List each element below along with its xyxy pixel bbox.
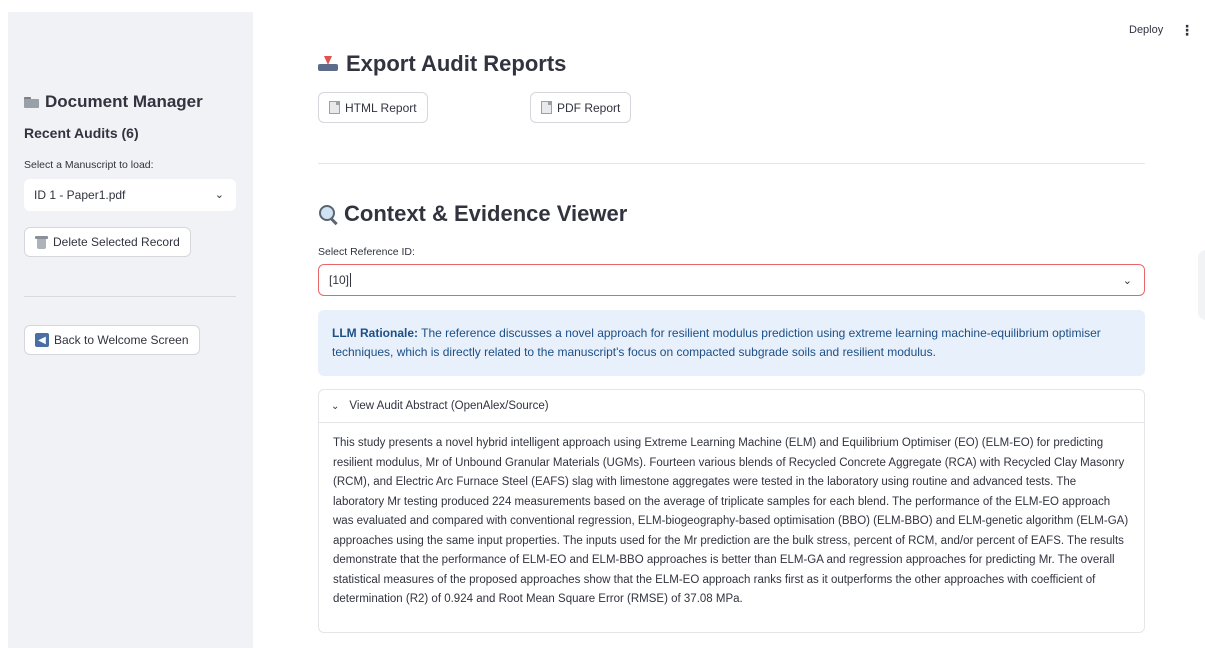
back-arrow-icon: ◀ xyxy=(35,333,49,347)
delete-record-label: Delete Selected Record xyxy=(53,235,180,249)
expander-label: View Audit Abstract (OpenAlex/Source) xyxy=(349,400,549,412)
delete-record-button[interactable]: Delete Selected Record xyxy=(24,227,191,257)
html-report-label: HTML Report xyxy=(345,100,417,115)
chevron-down-icon: ⌄ xyxy=(214,189,224,201)
export-title-text: Export Audit Reports xyxy=(346,51,567,76)
reference-select-label: Select Reference ID: xyxy=(318,246,415,258)
viewer-section-title: Context & Evidence Viewer xyxy=(318,201,627,227)
manuscript-select-label: Select a Manuscript to load: xyxy=(24,159,154,171)
export-tray-icon xyxy=(318,56,338,72)
pdf-report-label: PDF Report xyxy=(557,100,621,115)
manuscript-select-value: ID 1 - Paper1.pdf xyxy=(34,188,126,202)
rationale-label: LLM Rationale: xyxy=(332,326,418,340)
chevron-down-icon: ⌄ xyxy=(331,400,340,412)
side-panel-edge xyxy=(1198,250,1205,320)
sidebar-title: Document Manager xyxy=(24,92,203,112)
manuscript-select[interactable]: ID 1 - Paper1.pdf ⌄ xyxy=(24,179,236,211)
recent-audits-heading: Recent Audits (6) xyxy=(24,125,139,141)
abstract-text: This study presents a novel hybrid intel… xyxy=(333,437,1129,605)
main-menu-icon[interactable]: ⋮ xyxy=(1180,22,1194,39)
rationale-text: The reference discusses a novel approach… xyxy=(332,326,1101,359)
reference-select-value: [10] xyxy=(329,273,350,287)
viewer-title-text: Context & Evidence Viewer xyxy=(344,201,628,226)
reference-select[interactable]: [10] ⌄ xyxy=(318,264,1145,296)
sidebar-divider xyxy=(24,296,236,297)
text-caret xyxy=(350,273,352,287)
sidebar: Document Manager Recent Audits (6) Selec… xyxy=(8,12,253,648)
deploy-button[interactable]: Deploy xyxy=(1129,24,1163,36)
pdf-report-button[interactable]: PDF Report xyxy=(530,92,632,123)
folder-icon xyxy=(24,96,39,108)
export-section-title: Export Audit Reports xyxy=(318,51,566,77)
rationale-info-box: LLM Rationale: The reference discusses a… xyxy=(318,310,1145,376)
section-divider xyxy=(318,163,1145,164)
document-icon xyxy=(541,101,552,114)
back-to-welcome-button[interactable]: ◀ Back to Welcome Screen xyxy=(24,325,200,355)
audit-abstract-expander: ⌄ View Audit Abstract (OpenAlex/Source) … xyxy=(318,389,1145,633)
sidebar-title-text: Document Manager xyxy=(45,92,203,111)
html-report-button[interactable]: HTML Report xyxy=(318,92,428,123)
document-icon xyxy=(329,101,340,114)
chevron-down-icon: ⌄ xyxy=(1122,275,1132,287)
trash-icon xyxy=(35,235,48,249)
magnifier-icon xyxy=(318,204,338,226)
back-to-welcome-label: Back to Welcome Screen xyxy=(54,333,189,347)
expander-header[interactable]: ⌄ View Audit Abstract (OpenAlex/Source) xyxy=(319,390,1144,423)
